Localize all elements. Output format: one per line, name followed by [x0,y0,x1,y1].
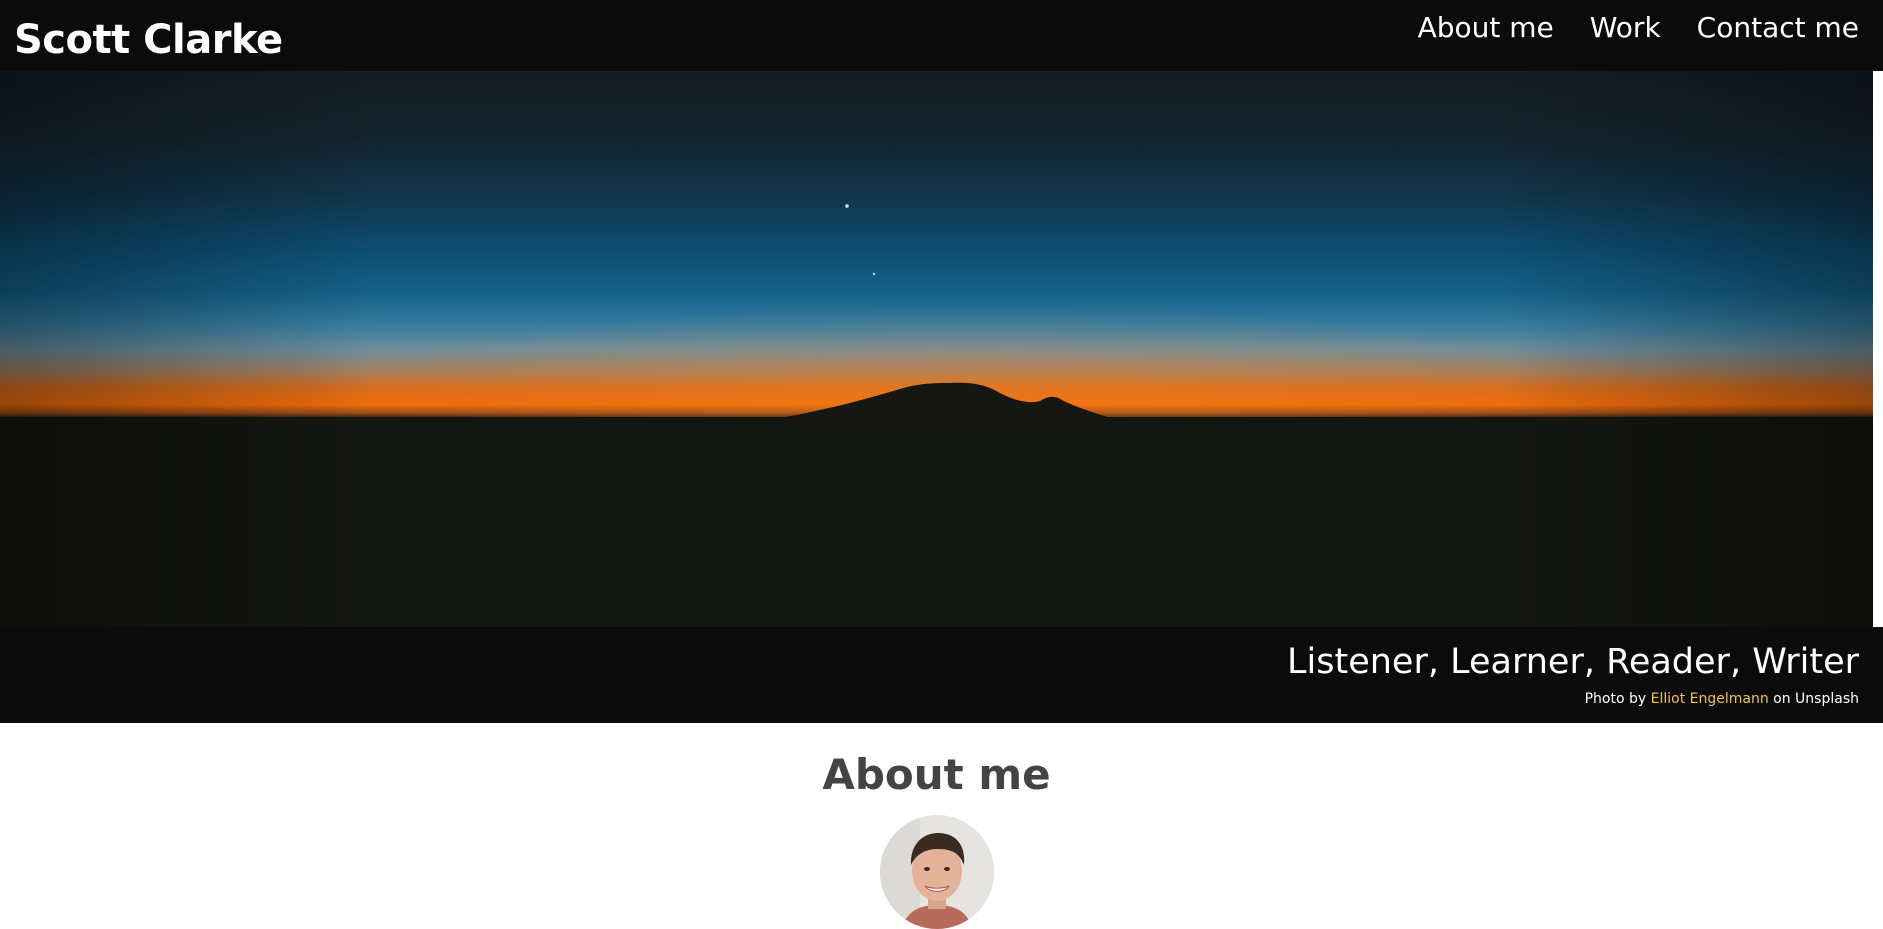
photo-credit-suffix: on Unsplash [1773,691,1859,707]
main-nav: About me Work Contact me [1418,8,1859,48]
nav-link-contact[interactable]: Contact me [1697,8,1859,48]
photo-credit: Photo by Elliot Engelmann on Unsplash [1585,689,1859,709]
site-title-link[interactable]: Scott Clarke [14,14,283,66]
portrait-image [880,815,994,929]
hero-image [0,71,1873,627]
about-section: About me [0,723,1883,929]
about-heading: About me [822,750,1051,799]
tagline: Listener, Learner, Reader, Writer [1287,642,1859,682]
hero-caption: Listener, Learner, Reader, Writer Photo … [0,627,1883,723]
avatar [880,815,994,929]
photo-credit-prefix: Photo by [1584,691,1647,707]
nav-link-work[interactable]: Work [1590,8,1661,48]
hero-vignette [0,71,1873,627]
photo-credit-author-link[interactable]: Elliot Engelmann [1651,691,1769,707]
site-header: Scott Clarke About me Work Contact me [0,0,1883,71]
nav-link-about[interactable]: About me [1418,8,1554,48]
